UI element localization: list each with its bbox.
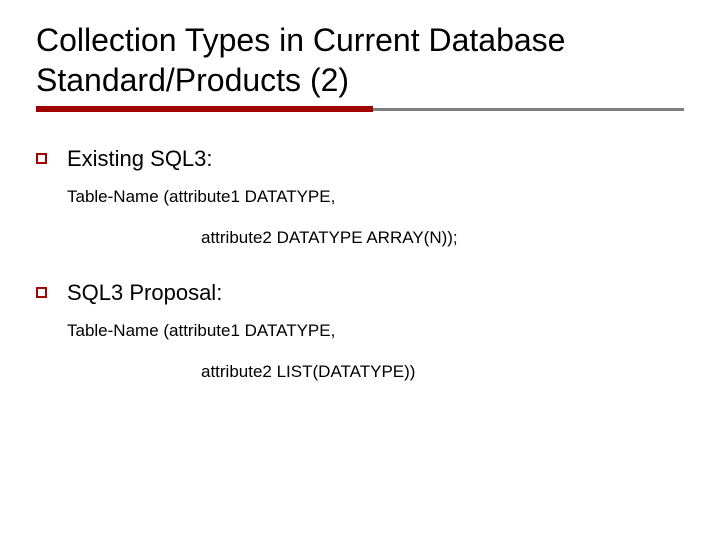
code-block-proposal: Table-Name (attribute1 DATATYPE, attribu… (67, 320, 684, 384)
code-block-existing: Table-Name (attribute1 DATATYPE, attribu… (67, 186, 684, 250)
bullet-item-sql3-proposal: SQL3 Proposal: (36, 280, 684, 306)
title-underline (36, 106, 684, 112)
slide-title: Collection Types in Current Database Sta… (36, 20, 684, 100)
code-line: attribute2 DATATYPE ARRAY(N)); (67, 227, 684, 250)
section-heading: Existing SQL3: (67, 146, 213, 172)
code-line: Table-Name (attribute1 DATATYPE, (67, 320, 684, 343)
bullet-item-existing-sql3: Existing SQL3: (36, 146, 684, 172)
underline-red (36, 106, 373, 112)
section-heading: SQL3 Proposal: (67, 280, 222, 306)
square-bullet-icon (36, 287, 47, 298)
slide: Collection Types in Current Database Sta… (0, 0, 720, 384)
code-line: attribute2 LIST(DATATYPE)) (67, 361, 684, 384)
code-line: Table-Name (attribute1 DATATYPE, (67, 186, 684, 209)
square-bullet-icon (36, 153, 47, 164)
